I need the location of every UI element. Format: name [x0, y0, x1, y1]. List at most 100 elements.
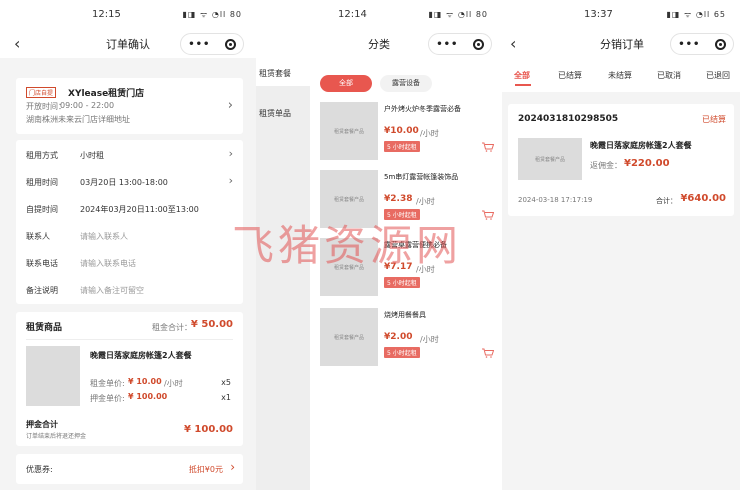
field-rent-time[interactable]: 租用时间 03月20日 13:00-18:00 ›	[26, 169, 233, 195]
tab-cancelled[interactable]: 已取消	[657, 70, 681, 81]
order-status: 已结算	[702, 115, 726, 124]
product-name: 户外烤火炉冬季露营必备	[384, 105, 461, 113]
field-label: 联系人	[26, 232, 50, 241]
rent-total-label: 租金合计：	[152, 323, 192, 332]
deposit-qty: x1	[221, 393, 231, 402]
field-value: 2024年03月20日11:00至13:00	[80, 205, 199, 214]
rent-qty: x5	[221, 378, 231, 387]
product-thumbnail: 租赁套餐产品	[320, 308, 378, 366]
product-list-area: 全部 露营设备 租赁套餐产品 户外烤火炉冬季露营必备 ¥10.00 /小时 5 …	[310, 58, 502, 490]
product-item[interactable]: 租赁套餐产品 5m串灯露营帐篷装饰品 ¥2.38 /小时 5 小时起租	[320, 170, 496, 228]
page-title: 分类	[368, 38, 390, 51]
cart-icon[interactable]	[482, 142, 494, 152]
order-date: 2024-03-18 17:17:19	[518, 196, 593, 204]
rent-unit: /小时	[164, 379, 183, 388]
tab-all[interactable]: 全部	[320, 75, 372, 92]
order-total: ¥640.00	[680, 193, 726, 204]
product-item[interactable]: 租赁套餐产品 烧烤用餐餐具 ¥2.00 /小时 5 小时起租	[320, 308, 496, 366]
product-thumbnail: 租赁套餐产品	[320, 170, 378, 228]
field-phone[interactable]: 联系电话 请输入联系电话	[26, 250, 233, 276]
divider	[26, 339, 233, 340]
page-title: 分销订单	[600, 38, 644, 51]
product-thumbnail: 租赁套餐产品	[320, 238, 378, 296]
product-item[interactable]: 租赁套餐产品 露营桌露营便携必备 ¥7.17 /小时 5 小时起租	[320, 238, 496, 296]
order-fields-card: 租用方式 小时租 › 租用时间 03月20日 13:00-18:00 › 自提时…	[16, 140, 243, 304]
sidebar-item-packages[interactable]: 租赁套餐	[256, 58, 310, 86]
cart-icon[interactable]	[482, 348, 494, 358]
field-label: 自提时间	[26, 205, 58, 214]
back-icon[interactable]: ‹	[14, 34, 20, 53]
mini-program-capsule: •••	[670, 33, 734, 55]
status-bar: 12:15 ▮◨ ᯤ ◔ll 80	[0, 0, 256, 28]
phone-input[interactable]: 请输入联系电话	[80, 258, 136, 269]
tab-unsettled[interactable]: 未结算	[608, 70, 632, 81]
order-confirm-screen: 12:15 ▮◨ ᯤ ◔ll 80 ‹ 订单确认 ••• 门店自提 XYleas…	[0, 0, 256, 490]
cart-icon[interactable]	[482, 210, 494, 220]
deposit-total: ¥ 100.00	[183, 424, 233, 435]
status-bar: 12:14 ▮◨ ᯤ ◔ll 80	[256, 0, 502, 28]
field-remark[interactable]: 备注说明 请输入备注可留空	[26, 277, 233, 303]
coupon-row[interactable]: 优惠券: 抵扣¥0元 ›	[16, 454, 243, 484]
order-total-label: 合计：	[656, 197, 677, 205]
nav-bar: ‹ 分销订单 •••	[502, 28, 740, 58]
field-label: 租用时间	[26, 178, 58, 187]
goods-header: 租赁商品	[26, 323, 63, 333]
chevron-right-icon: ›	[227, 98, 233, 113]
close-target-icon[interactable]	[714, 38, 726, 50]
field-rent-mode[interactable]: 租用方式 小时租 ›	[26, 142, 233, 168]
product-price: ¥2.38	[384, 194, 413, 204]
close-target-icon[interactable]	[472, 38, 484, 50]
more-icon[interactable]: •••	[188, 39, 210, 50]
min-rent-badge: 5 小时起租	[384, 209, 420, 220]
deposit-price-label: 押金单价:	[90, 394, 125, 403]
status-time: 12:14	[338, 9, 367, 20]
product-name: 露营桌露营便携必备	[384, 241, 447, 249]
distribution-orders-screen: 13:37 ▮◨ ᯤ ◔ll 65 ‹ 分销订单 ••• 全部 已结算 未结算 …	[502, 0, 740, 490]
order-product-name: 晚霞日落家庭房帐篷2人套餐	[590, 141, 692, 150]
nav-bar: 分类 •••	[256, 28, 502, 58]
sidebar-item-label: 租赁套餐	[259, 69, 291, 78]
close-target-icon[interactable]	[224, 38, 236, 50]
order-id: 2024031810298505	[518, 114, 619, 124]
field-label: 备注说明	[26, 286, 58, 295]
store-address: 湖南株洲未来云门店详细地址	[26, 115, 130, 124]
deposit-total-title: 押金合计	[26, 420, 58, 429]
field-value: 03月20日 13:00-18:00	[80, 178, 168, 187]
sidebar-item-singles[interactable]: 租赁单品	[256, 102, 310, 126]
deposit-total-note: 订单结束后将退还押金	[26, 433, 87, 440]
back-icon[interactable]: ‹	[510, 34, 516, 53]
more-icon[interactable]: •••	[436, 39, 458, 50]
rental-goods-card: 租赁商品 租金合计： ¥ 50.00 晚霞日落家庭房帐篷2人套餐 租金单价: ¥…	[16, 312, 243, 446]
tab-all[interactable]: 全部	[514, 70, 530, 81]
store-name: XYlease租赁门店	[68, 89, 145, 99]
goods-name: 晚霞日落家庭房帐篷2人套餐	[90, 351, 192, 360]
contact-input[interactable]: 请输入联系人	[80, 231, 128, 242]
more-icon[interactable]: •••	[678, 39, 700, 50]
field-value: 小时租	[80, 151, 104, 160]
product-item[interactable]: 租赁套餐产品 户外烤火炉冬季露营必备 ¥10.00 /小时 5 小时起租	[320, 102, 496, 160]
tab-camping-gear[interactable]: 露营设备	[380, 75, 432, 92]
store-card[interactable]: 门店自提 XYlease租赁门店 开放时间： 09:00 - 22:00 湖南株…	[16, 78, 243, 134]
deposit-price: ¥ 100.00	[128, 392, 168, 401]
tab-settled[interactable]: 已结算	[558, 70, 582, 81]
commission-label: 返佣金：	[590, 161, 622, 170]
status-time: 12:15	[92, 9, 121, 20]
mini-program-capsule: •••	[428, 33, 492, 55]
sidebar-item-label: 租赁单品	[259, 109, 291, 118]
product-name: 5m串灯露营帐篷装饰品	[384, 173, 459, 181]
remark-input[interactable]: 请输入备注可留空	[80, 285, 144, 296]
product-price: ¥2.00	[384, 332, 413, 342]
order-card[interactable]: 2024031810298505 已结算 租赁套餐产品 晚霞日落家庭房帐篷2人套…	[508, 104, 734, 216]
rent-price: ¥ 10.00	[128, 377, 162, 386]
tab-returned[interactable]: 已退回	[706, 70, 730, 81]
order-thumbnail: 租赁套餐产品	[518, 138, 582, 180]
mini-program-capsule: •••	[180, 33, 244, 55]
status-icons: ▮◨ ᯤ ◔ll 80	[428, 10, 488, 19]
status-tabs: 全部 已结算 未结算 已取消 已退回	[502, 58, 740, 92]
screenshot-collage: 12:15 ▮◨ ᯤ ◔ll 80 ‹ 订单确认 ••• 门店自提 XYleas…	[0, 0, 740, 490]
product-thumbnail: 租赁套餐产品	[320, 102, 378, 160]
goods-thumbnail	[26, 346, 80, 406]
page-title: 订单确认	[106, 38, 150, 51]
chevron-right-icon: ›	[230, 460, 235, 474]
field-contact[interactable]: 联系人 请输入联系人	[26, 223, 233, 249]
